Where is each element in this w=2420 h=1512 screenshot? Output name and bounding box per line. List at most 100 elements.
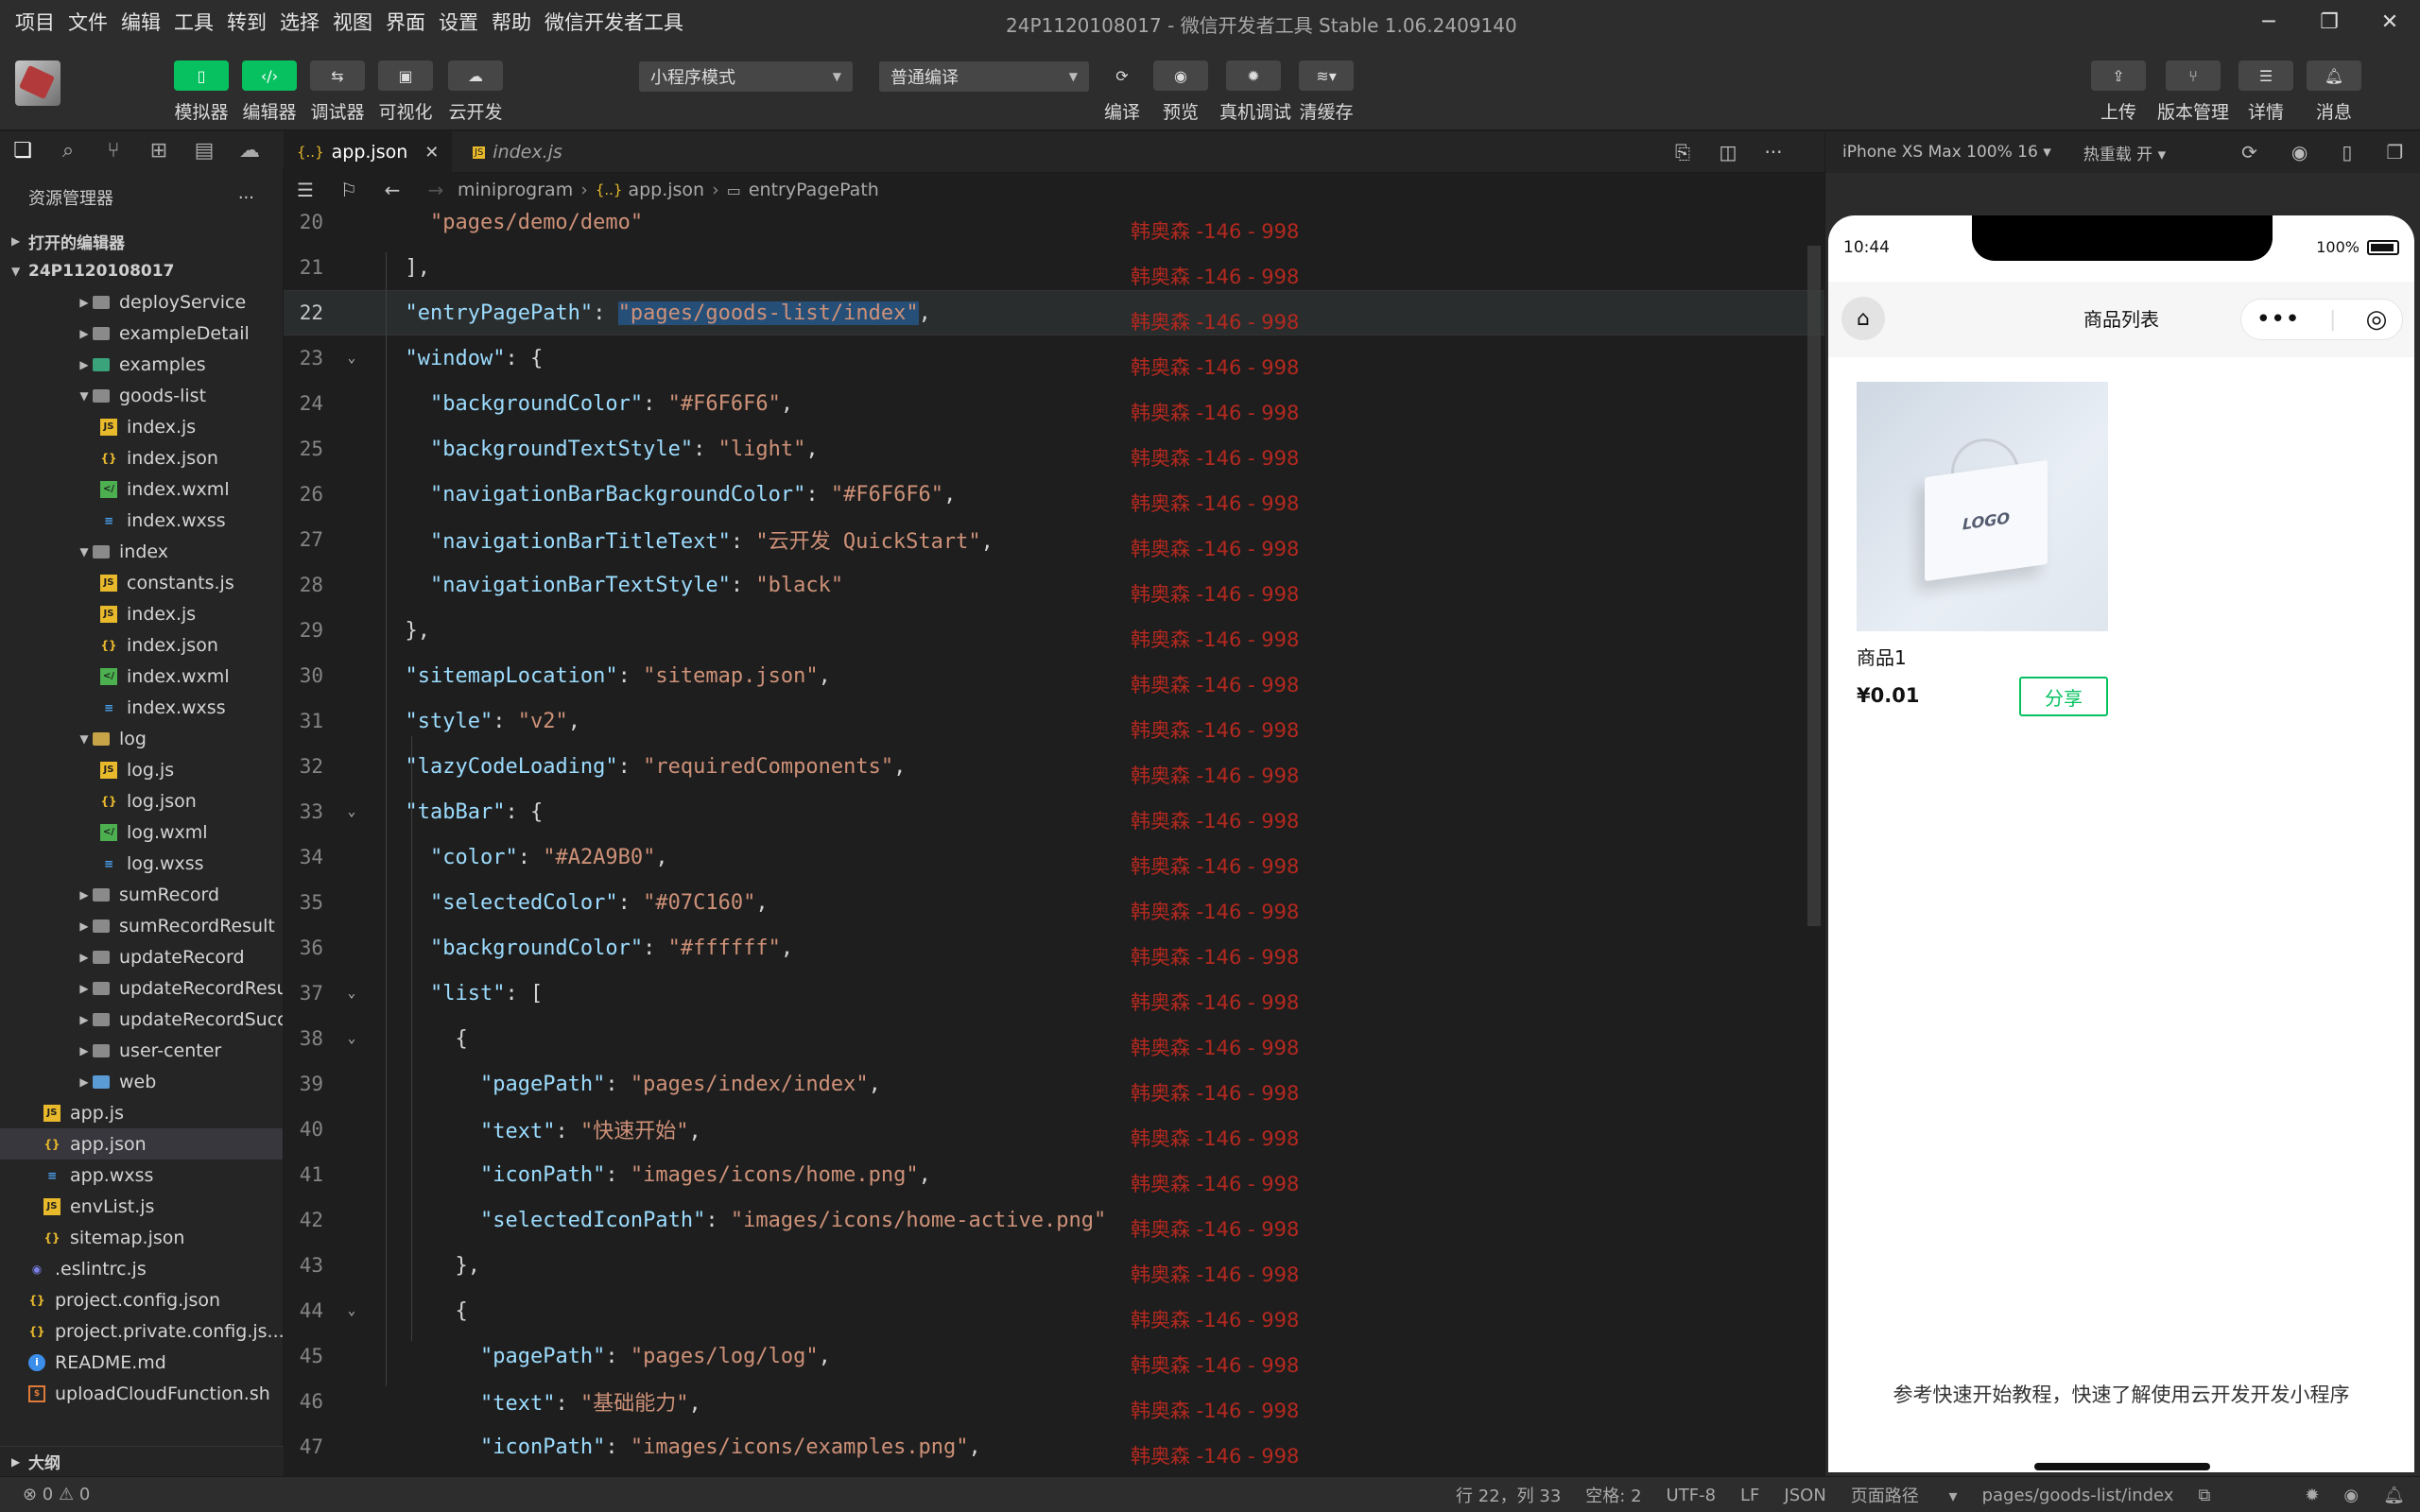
file-tree-item[interactable]: {} project.private.config.js... (0, 1315, 283, 1347)
file-tree-item[interactable]: ▶ examples (0, 349, 283, 380)
file-tree-item[interactable]: {} log.json (0, 785, 283, 816)
menu-item[interactable]: 工具 (174, 8, 214, 36)
file-tree-item[interactable]: ▼ goods-list (0, 380, 283, 411)
file-tree-item[interactable]: ◉ .eslintrc.js (0, 1253, 283, 1284)
code-line[interactable]: 25 "backgroundTextStyle": "light", (284, 426, 1824, 472)
file-tree-item[interactable]: JS constants.js (0, 567, 283, 598)
editor-button[interactable]: ‹/› 编辑器 (236, 60, 302, 124)
editor-scrollbar[interactable] (1807, 246, 1821, 926)
open-editors-section[interactable]: ▶ 打开的编辑器 (0, 226, 283, 256)
code-line[interactable]: 23 ⌄ "window": { (284, 335, 1824, 381)
details-button[interactable]: ☰ 详情 (2233, 60, 2299, 124)
code-line[interactable]: 35 "selectedColor": "#07C160", (284, 880, 1824, 925)
file-tree-item[interactable]: ▶ updateRecord (0, 941, 283, 972)
cloud-icon[interactable]: ☁ (227, 139, 272, 163)
search-icon[interactable]: ⌕ (45, 139, 91, 163)
code-line[interactable]: 27 "navigationBarTitleText": "云开发 QuickS… (284, 517, 1824, 562)
encoding[interactable]: UTF-8 (1667, 1486, 1716, 1505)
code-line[interactable]: 43 }, (284, 1243, 1824, 1288)
code-line[interactable]: 31 "style": "v2", (284, 698, 1824, 744)
code-line[interactable]: 42 "selectedIconPath": "images/icons/hom… (284, 1197, 1824, 1243)
file-tree-item[interactable]: JS app.js (0, 1097, 283, 1128)
file-tree-item[interactable]: ▶ sumRecord (0, 879, 283, 910)
code-line[interactable]: 36 "backgroundColor": "#ffffff", (284, 925, 1824, 971)
compile-select[interactable]: 普通编译 ▼ (879, 61, 1089, 92)
code-editor[interactable]: 20 "pages/demo/demo" 韩奥森 -146 - 998 21 ], 韩… (284, 207, 1824, 1473)
menu-item[interactable]: 视图 (333, 8, 372, 36)
file-tree-item[interactable]: JS log.js (0, 754, 283, 785)
page-path-select[interactable]: 页面路径 ▾ (1851, 1483, 1958, 1507)
menu-item[interactable]: 设置 (439, 8, 478, 36)
menu-item[interactable]: 选择 (280, 8, 320, 36)
file-tree-item[interactable]: </ index.wxml (0, 473, 283, 505)
bookmark-icon[interactable]: ⚐ (327, 179, 371, 201)
file-tree-item[interactable]: ▼ log (0, 723, 283, 754)
file-tree-item[interactable]: ▶ exampleDetail (0, 318, 283, 349)
phone-icon[interactable]: ▯ (2342, 141, 2352, 163)
menu-item[interactable]: 界面 (386, 8, 425, 36)
code-line[interactable]: 30 "sitemapLocation": "sitemap.json", (284, 653, 1824, 698)
file-tree-item[interactable]: </ log.wxml (0, 816, 283, 848)
back-icon[interactable]: ← (371, 179, 414, 201)
file-tree-item[interactable]: ▶ user-center (0, 1035, 283, 1066)
file-tree-item[interactable]: JS envList.js (0, 1191, 283, 1222)
cursor-position[interactable]: 行 22，列 33 (1456, 1483, 1561, 1507)
code-line[interactable]: 29 }, (284, 608, 1824, 653)
debugger-button[interactable]: ⇆ 调试器 (304, 60, 371, 124)
more-icon[interactable]: ··· (1751, 141, 1796, 163)
file-tree-item[interactable]: ≡ app.wxss (0, 1160, 283, 1191)
share-button[interactable]: 分享 (2019, 677, 2108, 716)
extensions-icon[interactable]: ⊞ (136, 139, 182, 163)
stop-icon[interactable]: ◉ (2291, 141, 2308, 163)
line-ending[interactable]: LF (1740, 1486, 1759, 1505)
menu-item[interactable]: 微信开发者工具 (544, 8, 683, 36)
file-tree-item[interactable]: ▶ web (0, 1066, 283, 1097)
outline-section[interactable]: ▶ 大纲 (0, 1446, 284, 1476)
breadcrumb-item[interactable]: miniprogram (458, 180, 573, 200)
file-tree-item[interactable]: JS index.js (0, 411, 283, 442)
file-tree-item[interactable]: {} app.json (0, 1128, 283, 1160)
code-line[interactable]: 38 ⌄ { (284, 1016, 1824, 1061)
code-line[interactable]: 37 ⌄ "list": [ (284, 971, 1824, 1016)
code-line[interactable]: 45 "pagePath": "pages/log/log", (284, 1333, 1824, 1379)
language-mode[interactable]: JSON (1784, 1486, 1825, 1505)
database-icon[interactable]: ▤ (182, 139, 227, 163)
tutorial-tip[interactable]: 参考快速开始教程，快速了解使用云开发开发小程序 (1828, 1380, 2414, 1408)
close-icon[interactable]: ✕ (424, 143, 439, 163)
code-line[interactable]: 32 "lazyCodeLoading": "requiredComponent… (284, 744, 1824, 789)
file-tree-item[interactable]: ≡ index.wxss (0, 505, 283, 536)
code-line[interactable]: 47 "iconPath": "images/icons/examples.pn… (284, 1424, 1824, 1469)
breadcrumb-item[interactable]: entryPagePath (749, 180, 879, 200)
code-line[interactable]: 34 "color": "#A2A9B0", (284, 834, 1824, 880)
menu-item[interactable]: 帮助 (492, 8, 531, 36)
bell-icon[interactable]: 🔔︎ (2383, 1486, 2405, 1505)
open-changes-icon[interactable]: ⎘ (1660, 141, 1705, 163)
code-line[interactable]: 26 "navigationBarBackgroundColor": "#F6F… (284, 472, 1824, 517)
more-icon[interactable]: ••• (2256, 305, 2300, 334)
minimize-icon[interactable]: ─ (2238, 0, 2299, 43)
target-icon[interactable]: ◎ (2366, 305, 2388, 334)
visual-button[interactable]: ▣ 可视化 (372, 60, 439, 124)
code-line[interactable]: 21 ], (284, 245, 1824, 290)
code-line[interactable]: 28 "navigationBarTextStyle": "black" (284, 562, 1824, 608)
code-line[interactable]: 33 ⌄ "tabBar": { (284, 789, 1824, 834)
file-tree-item[interactable]: ▼ index (0, 536, 283, 567)
file-tree-item[interactable]: ≡ index.wxss (0, 692, 283, 723)
fold-chevron-icon[interactable]: ⌄ (323, 1303, 380, 1318)
file-tree-item[interactable]: i README.md (0, 1347, 283, 1378)
tab-app-json[interactable]: {..} app.json ✕ (284, 131, 453, 173)
version-button[interactable]: ⑂ 版本管理 (2157, 60, 2229, 124)
problems-indicator[interactable]: ⊗ 0 ⚠ 0 (23, 1485, 90, 1504)
fold-chevron-icon[interactable]: ⌄ (323, 1031, 380, 1046)
menu-item[interactable]: 转到 (227, 8, 267, 36)
file-tree-item[interactable]: JS index.js (0, 598, 283, 629)
file-tree-item[interactable]: ▶ updateRecordResult (0, 972, 283, 1004)
hot-reload-select[interactable]: 热重载 开 ▾ (2083, 141, 2166, 164)
project-section[interactable]: ▼ 24P1120108017 (0, 256, 283, 286)
fold-chevron-icon[interactable]: ⌄ (323, 986, 380, 1001)
forward-icon[interactable]: → (414, 179, 458, 201)
menu-item[interactable]: 项目 (15, 8, 55, 36)
file-tree-item[interactable]: </ index.wxml (0, 661, 283, 692)
simulator-button[interactable]: ▯ 模拟器 (168, 60, 234, 124)
copy-icon[interactable]: ⧉ (2198, 1486, 2210, 1505)
